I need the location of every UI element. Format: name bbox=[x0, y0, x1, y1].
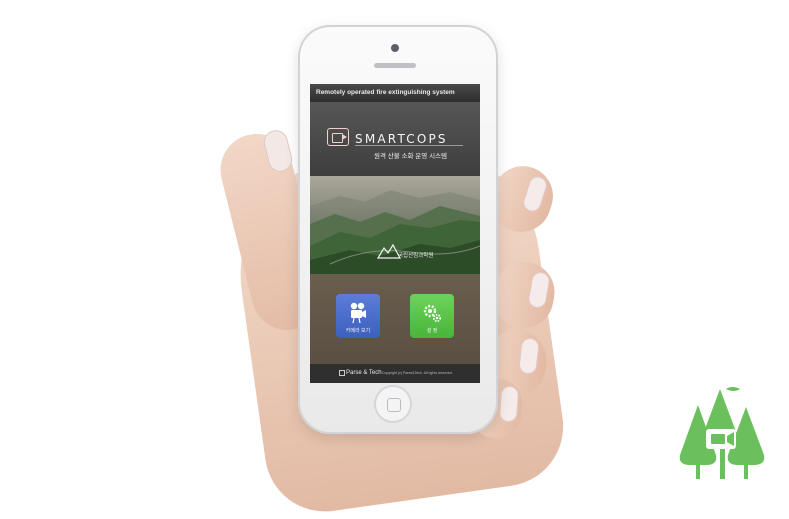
scene: Remotely operated fire extinguishing sys… bbox=[0, 0, 789, 519]
brand-divider bbox=[355, 145, 463, 146]
footer-brand: Parse & Tech bbox=[346, 370, 382, 376]
front-camera-icon bbox=[391, 44, 399, 52]
footer-copyright: Copyright (c) Parse&Tech. All rights res… bbox=[382, 371, 453, 375]
phone-speaker bbox=[374, 63, 416, 68]
menu-area: 카메라 보기 설 정 bbox=[310, 274, 480, 364]
video-camera-icon bbox=[350, 302, 366, 324]
brand-name: SMARTCOPS bbox=[355, 132, 448, 146]
app-title: Remotely operated fire extinguishing sys… bbox=[316, 89, 455, 96]
phone-screen: Remotely operated fire extinguishing sys… bbox=[310, 84, 480, 383]
brand-subtitle: 원격 산불 소화 운영 시스템 bbox=[374, 153, 448, 160]
smartcops-logo-icon bbox=[327, 128, 349, 146]
company-logo-icon bbox=[339, 370, 345, 376]
camera-view-button[interactable]: 카메라 보기 bbox=[336, 294, 380, 338]
finger-nail bbox=[498, 385, 520, 423]
camera-view-label: 카메라 보기 bbox=[345, 328, 371, 334]
brand-header: SMARTCOPS 원격 산불 소화 운영 시스템 bbox=[310, 102, 480, 176]
mountain-banner-image: 국립산림과학원 bbox=[310, 176, 480, 274]
gears-icon bbox=[423, 304, 442, 323]
app-title-bar: Remotely operated fire extinguishing sys… bbox=[310, 84, 480, 102]
tree-camera-logo-icon bbox=[679, 387, 765, 479]
org-label: 국립산림과학원 bbox=[398, 253, 434, 259]
app-footer: Parse & Tech Copyright (c) Parse&Tech. A… bbox=[310, 364, 480, 383]
settings-label: 설 정 bbox=[426, 328, 438, 334]
home-button[interactable] bbox=[374, 385, 412, 423]
settings-button[interactable]: 설 정 bbox=[410, 294, 454, 338]
